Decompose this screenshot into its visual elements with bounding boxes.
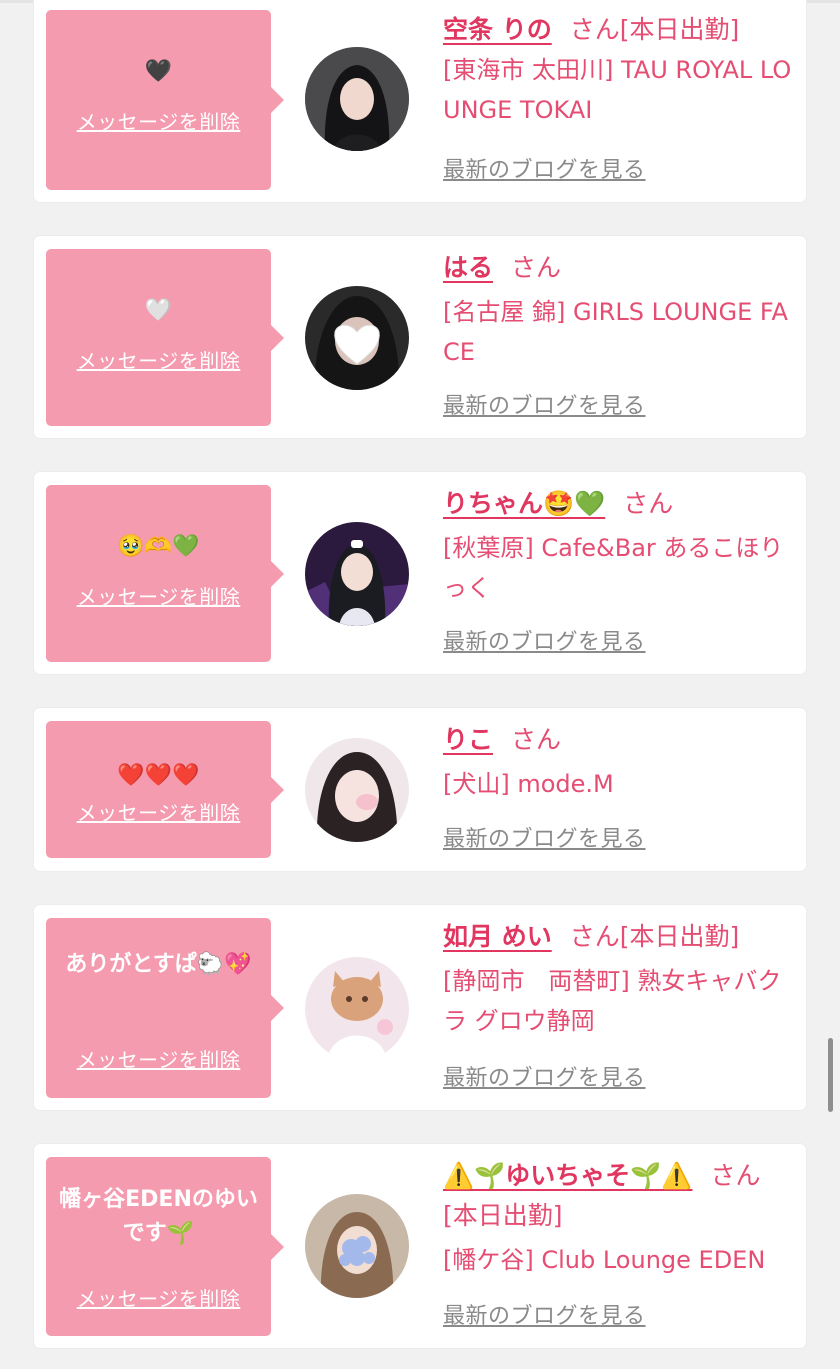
- honorific-label: さん: [710, 1161, 761, 1190]
- honorific-label: さん: [511, 253, 562, 282]
- delete-message-link[interactable]: メッセージを削除: [46, 347, 271, 375]
- cast-avatar[interactable]: [305, 738, 409, 842]
- message-card: ありがとすぱ🐑💖 メッセージを削除 如月 めい さん[本日出勤] [静岡市 両替町…: [34, 905, 806, 1110]
- delete-message-link[interactable]: メッセージを削除: [46, 583, 271, 611]
- cast-avatar[interactable]: [305, 522, 409, 626]
- delete-message-link[interactable]: メッセージを削除: [46, 1285, 271, 1313]
- cast-name-link[interactable]: 空条 りの: [443, 15, 552, 44]
- attendance-status: [本日出勤]: [443, 1201, 563, 1230]
- honorific-label: さん: [623, 489, 674, 518]
- message-bubble: 🖤 メッセージを削除: [46, 10, 284, 190]
- cast-info: 如月 めい さん[本日出勤] [静岡市 両替町] 熟女キャバクラ グロウ静岡: [443, 917, 793, 1041]
- attendance-status: [本日出勤]: [619, 15, 740, 44]
- message-card: 🤍 メッセージを削除 はる さん [名古屋 錦] GIRLS LOUNGE FAC…: [34, 236, 806, 438]
- message-list-page: 🖤 メッセージを削除 空条 りの さん[本日出勤] [東海市 太田川] TAU R…: [0, 0, 840, 1369]
- message-card: ❤️❤️❤️ メッセージを削除 りこ さん [犬山] mode.M 最新のブログを…: [34, 708, 806, 871]
- cast-info: はる さん [名古屋 錦] GIRLS LOUNGE FACE: [443, 248, 793, 372]
- cast-info: りこ さん [犬山] mode.M: [443, 720, 793, 804]
- cast-avatar[interactable]: [305, 957, 409, 1061]
- message-text: 🥹🫶💚: [117, 534, 200, 559]
- latest-blog-link[interactable]: 最新のブログを見る: [443, 392, 646, 422]
- cast-avatar[interactable]: [305, 47, 409, 151]
- cast-name-link[interactable]: ⚠️🌱ゆいちゃそ🌱⚠️: [443, 1161, 693, 1190]
- message-bubble: 幡ヶ谷EDENのゆいです🌱 メッセージを削除: [46, 1157, 284, 1336]
- latest-blog-link[interactable]: 最新のブログを見る: [443, 1302, 646, 1332]
- cast-avatar[interactable]: [305, 1194, 409, 1298]
- latest-blog-link[interactable]: 最新のブログを見る: [443, 156, 646, 186]
- cast-avatar[interactable]: [305, 286, 409, 390]
- shop-name: [犬山] mode.M: [443, 770, 614, 798]
- avatar-photo-4: [305, 738, 409, 842]
- message-bubble: ❤️❤️❤️ メッセージを削除: [46, 721, 284, 858]
- avatar-photo-6: [305, 1194, 409, 1298]
- cast-info: ⚠️🌱ゆいちゃそ🌱⚠️ さん [本日出勤] [幡ケ谷] Club Lounge ED…: [443, 1156, 793, 1280]
- honorific-label: さん: [569, 15, 620, 44]
- cast-name-link[interactable]: りこ: [443, 725, 493, 754]
- vertical-scrollbar[interactable]: [828, 1038, 833, 1112]
- latest-blog-link[interactable]: 最新のブログを見る: [443, 825, 646, 855]
- message-card: 🥹🫶💚 メッセージを削除 りちゃん🤩💚 さん [秋葉原] Cafe&Bar あるこ…: [34, 472, 806, 674]
- cast-name-link[interactable]: 如月 めい: [443, 922, 552, 951]
- message-text: ❤️❤️❤️: [117, 763, 200, 788]
- shop-name: [東海市 太田川] TAU ROYAL LOUNGE TOKAI: [443, 56, 792, 124]
- avatar-photo-2: [305, 286, 409, 390]
- honorific-label: さん: [511, 725, 562, 754]
- message-card: 幡ヶ谷EDENのゆいです🌱 メッセージを削除 ⚠️🌱ゆいちゃそ🌱⚠️ さん [本日出…: [34, 1144, 806, 1348]
- message-text: 🖤: [144, 59, 173, 84]
- message-text: 🤍: [144, 298, 173, 323]
- shop-name: [名古屋 錦] GIRLS LOUNGE FACE: [443, 298, 788, 366]
- cast-info: 空条 りの さん[本日出勤] [東海市 太田川] TAU ROYAL LOUNGE…: [443, 10, 793, 130]
- message-text: ありがとすぱ🐑💖: [65, 952, 252, 977]
- delete-message-link[interactable]: メッセージを削除: [46, 108, 271, 136]
- attendance-status: [本日出勤]: [619, 922, 740, 951]
- latest-blog-link[interactable]: 最新のブログを見る: [443, 628, 646, 658]
- message-bubble: 🥹🫶💚 メッセージを削除: [46, 485, 284, 662]
- shop-name: [幡ケ谷] Club Lounge EDEN: [443, 1246, 766, 1274]
- message-bubble: 🤍 メッセージを削除: [46, 249, 284, 426]
- delete-message-link[interactable]: メッセージを削除: [46, 1046, 271, 1074]
- honorific-label: さん: [569, 922, 620, 951]
- delete-message-link[interactable]: メッセージを削除: [46, 799, 271, 827]
- cast-name-link[interactable]: りちゃん🤩💚: [443, 489, 605, 518]
- avatar-photo-1: [305, 47, 409, 151]
- latest-blog-link[interactable]: 最新のブログを見る: [443, 1064, 646, 1094]
- avatar-photo-3: [305, 522, 409, 626]
- message-bubble: ありがとすぱ🐑💖 メッセージを削除: [46, 918, 284, 1098]
- shop-name: [静岡市 両替町] 熟女キャバクラ グロウ静岡: [443, 967, 782, 1035]
- avatar-photo-5: [305, 957, 409, 1061]
- message-text: 幡ヶ谷EDENのゆいです🌱: [59, 1187, 258, 1246]
- shop-name: [秋葉原] Cafe&Bar あるこほりっく: [443, 534, 784, 602]
- message-card: 🖤 メッセージを削除 空条 りの さん[本日出勤] [東海市 太田川] TAU R…: [34, 0, 806, 202]
- cast-name-link[interactable]: はる: [443, 253, 493, 282]
- cast-info: りちゃん🤩💚 さん [秋葉原] Cafe&Bar あるこほりっく: [443, 484, 793, 608]
